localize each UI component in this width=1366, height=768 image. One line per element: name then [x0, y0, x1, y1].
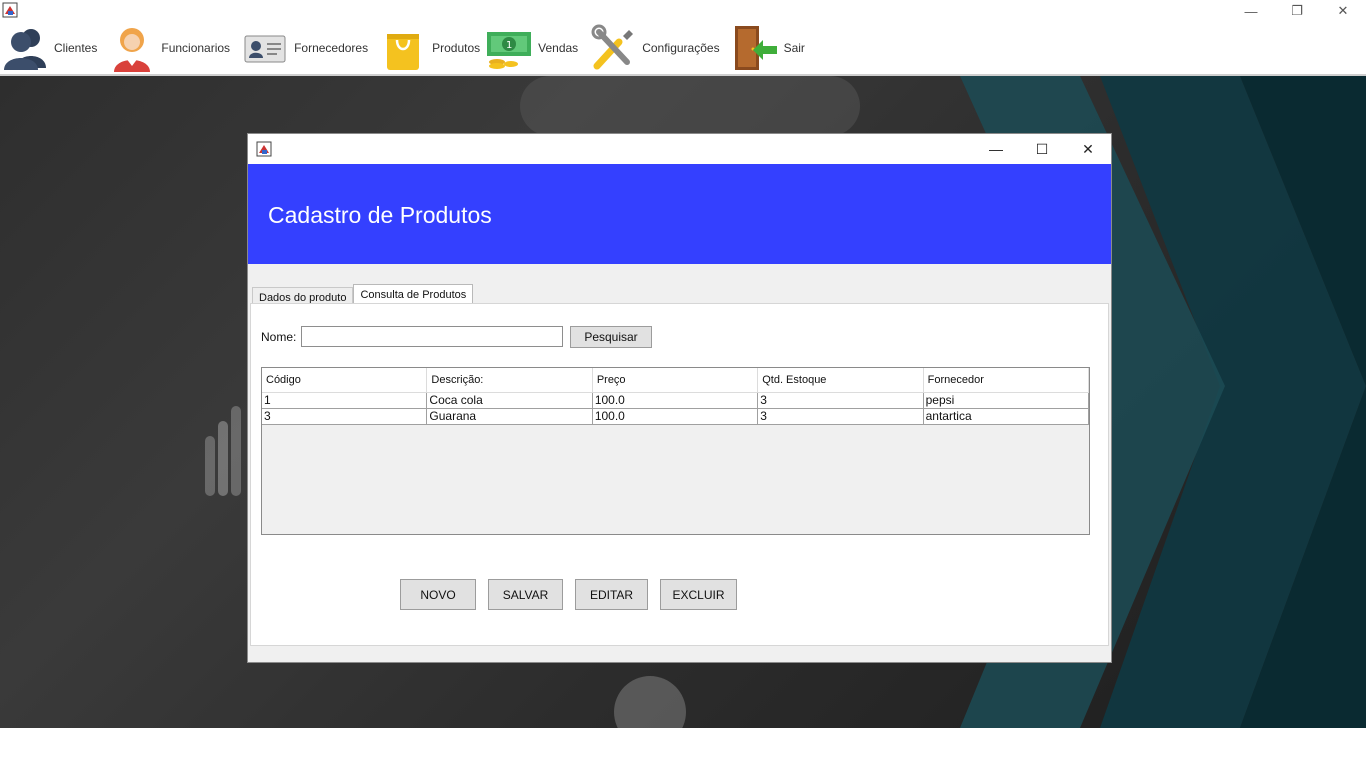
produtos-icon — [378, 23, 428, 73]
toolbar-funcionarios-label: Funcionarios — [161, 41, 231, 55]
cell-descricao[interactable]: Guarana — [427, 409, 593, 424]
toolbar-funcionarios[interactable]: Funcionarios — [107, 22, 230, 74]
toolbar-clientes[interactable]: Clientes — [0, 22, 97, 74]
toolbar-sair-label: Sair — [783, 41, 805, 55]
dialog-header: Cadastro de Produtos — [248, 164, 1111, 264]
pesquisar-button[interactable]: Pesquisar — [570, 326, 652, 348]
produtos-dialog: — ☐ ✕ Cadastro de Produtos Dados do prod… — [248, 134, 1111, 662]
dialog-close-button[interactable]: ✕ — [1065, 134, 1111, 164]
sair-icon — [730, 23, 780, 73]
main-toolbar: Clientes Funcionarios Fornecedores Produ… — [0, 22, 1366, 74]
cell-qtd-estoque[interactable]: 3 — [758, 409, 924, 424]
app-icon — [2, 2, 18, 18]
toolbar-configuracoes[interactable]: Configurações — [588, 22, 720, 74]
dialog-app-icon — [256, 141, 272, 162]
cell-preco[interactable]: 100.0 — [593, 409, 759, 424]
vendas-icon: 1 — [484, 23, 534, 73]
window-controls: — ❐ ✕ — [1228, 0, 1366, 22]
dialog-minimize-button[interactable]: — — [973, 134, 1019, 164]
table-row[interactable]: 1 Coca cola 100.0 3 pepsi — [262, 393, 1090, 409]
configuracoes-icon — [588, 23, 638, 73]
table-row[interactable]: 3 Guarana 100.0 3 antartica — [262, 409, 1090, 425]
excluir-button[interactable]: EXCLUIR — [660, 579, 737, 610]
funcionarios-icon — [107, 23, 157, 73]
nome-search-input[interactable] — [301, 326, 563, 347]
fornecedores-icon — [240, 23, 290, 73]
column-header-qtd-estoque[interactable]: Qtd. Estoque — [758, 368, 924, 392]
toolbar-produtos[interactable]: Produtos — [378, 22, 480, 74]
dialog-title: Cadastro de Produtos — [268, 202, 492, 228]
clientes-icon — [0, 23, 50, 73]
toolbar-vendas[interactable]: 1 Vendas — [484, 22, 578, 74]
toolbar-fornecedores[interactable]: Fornecedores — [240, 22, 368, 74]
toolbar-sair[interactable]: Sair — [730, 22, 805, 74]
cell-fornecedor[interactable]: antartica — [924, 409, 1090, 424]
column-header-codigo[interactable]: Código — [262, 368, 428, 392]
toolbar-configuracoes-label: Configurações — [642, 41, 720, 55]
cell-codigo[interactable]: 3 — [262, 409, 428, 424]
table-header: Código Descrição: Preço Qtd. Estoque For… — [262, 368, 1090, 393]
column-header-fornecedor[interactable]: Fornecedor — [924, 368, 1090, 392]
window-minimize-button[interactable]: — — [1228, 0, 1274, 22]
novo-button[interactable]: NOVO — [400, 579, 476, 610]
produtos-table: Código Descrição: Preço Qtd. Estoque For… — [261, 367, 1090, 535]
consulta-panel: Nome: Pesquisar Código Descrição: Preço … — [250, 303, 1109, 646]
dialog-controls: — ☐ ✕ — [973, 134, 1111, 164]
cell-descricao[interactable]: Coca cola — [427, 393, 593, 408]
cell-qtd-estoque[interactable]: 3 — [758, 393, 924, 408]
cell-preco[interactable]: 100.0 — [593, 393, 759, 408]
cell-fornecedor[interactable]: pepsi — [924, 393, 1090, 408]
cell-codigo[interactable]: 1 — [262, 393, 428, 408]
column-header-preco[interactable]: Preço — [593, 368, 759, 392]
toolbar-produtos-label: Produtos — [432, 41, 481, 55]
editar-button[interactable]: EDITAR — [575, 579, 648, 610]
window-close-button[interactable]: ✕ — [1320, 0, 1366, 22]
dialog-maximize-button[interactable]: ☐ — [1019, 134, 1065, 164]
toolbar-fornecedores-label: Fornecedores — [294, 41, 369, 55]
toolbar-vendas-label: Vendas — [538, 41, 579, 55]
column-header-descricao[interactable]: Descrição: — [427, 368, 593, 392]
svg-text:1: 1 — [506, 40, 512, 51]
window-restore-button[interactable]: ❐ — [1274, 0, 1320, 22]
nome-label: Nome: — [261, 330, 297, 344]
salvar-button[interactable]: SALVAR — [488, 579, 563, 610]
toolbar-clientes-label: Clientes — [54, 41, 98, 55]
dialog-titlebar: — ☐ ✕ — [248, 134, 1111, 164]
